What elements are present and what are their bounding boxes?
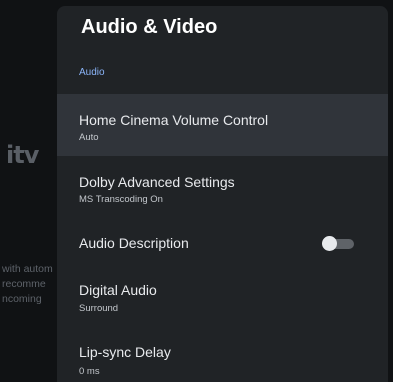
screen-frame: itv with autom recomme ncoming Audio & V… [0, 0, 393, 382]
background-text-line: recomme [2, 278, 46, 290]
setting-title: Dolby Advanced Settings [79, 174, 235, 190]
setting-lip-sync-delay[interactable]: Lip-sync Delay 0 ms [57, 330, 388, 382]
itv-logo: itv [6, 141, 39, 169]
background-text-line: with autom [2, 263, 53, 275]
background-text-line: ncoming [2, 293, 42, 305]
setting-title: Digital Audio [79, 282, 157, 298]
settings-panel: Audio & Video Audio Home Cinema Volume C… [57, 6, 388, 382]
setting-title: Audio Description [79, 235, 189, 251]
setting-value: Surround [79, 303, 119, 314]
setting-digital-audio[interactable]: Digital Audio Surround [57, 268, 388, 330]
setting-value: 0 ms [79, 366, 100, 377]
toggle-knob [322, 236, 337, 251]
panel-title: Audio & Video [81, 16, 218, 38]
section-header-audio: Audio [79, 67, 105, 78]
setting-value: MS Transcoding On [79, 194, 163, 205]
background-text: with autom recomme ncoming [2, 262, 54, 307]
setting-title: Lip-sync Delay [79, 344, 171, 360]
setting-home-cinema-volume-control[interactable]: Home Cinema Volume Control Auto [57, 94, 388, 156]
setting-title: Home Cinema Volume Control [79, 112, 269, 128]
audio-description-toggle[interactable] [322, 235, 354, 251]
setting-dolby-advanced-settings[interactable]: Dolby Advanced Settings MS Transcoding O… [57, 156, 388, 218]
setting-value: Auto [79, 132, 99, 143]
